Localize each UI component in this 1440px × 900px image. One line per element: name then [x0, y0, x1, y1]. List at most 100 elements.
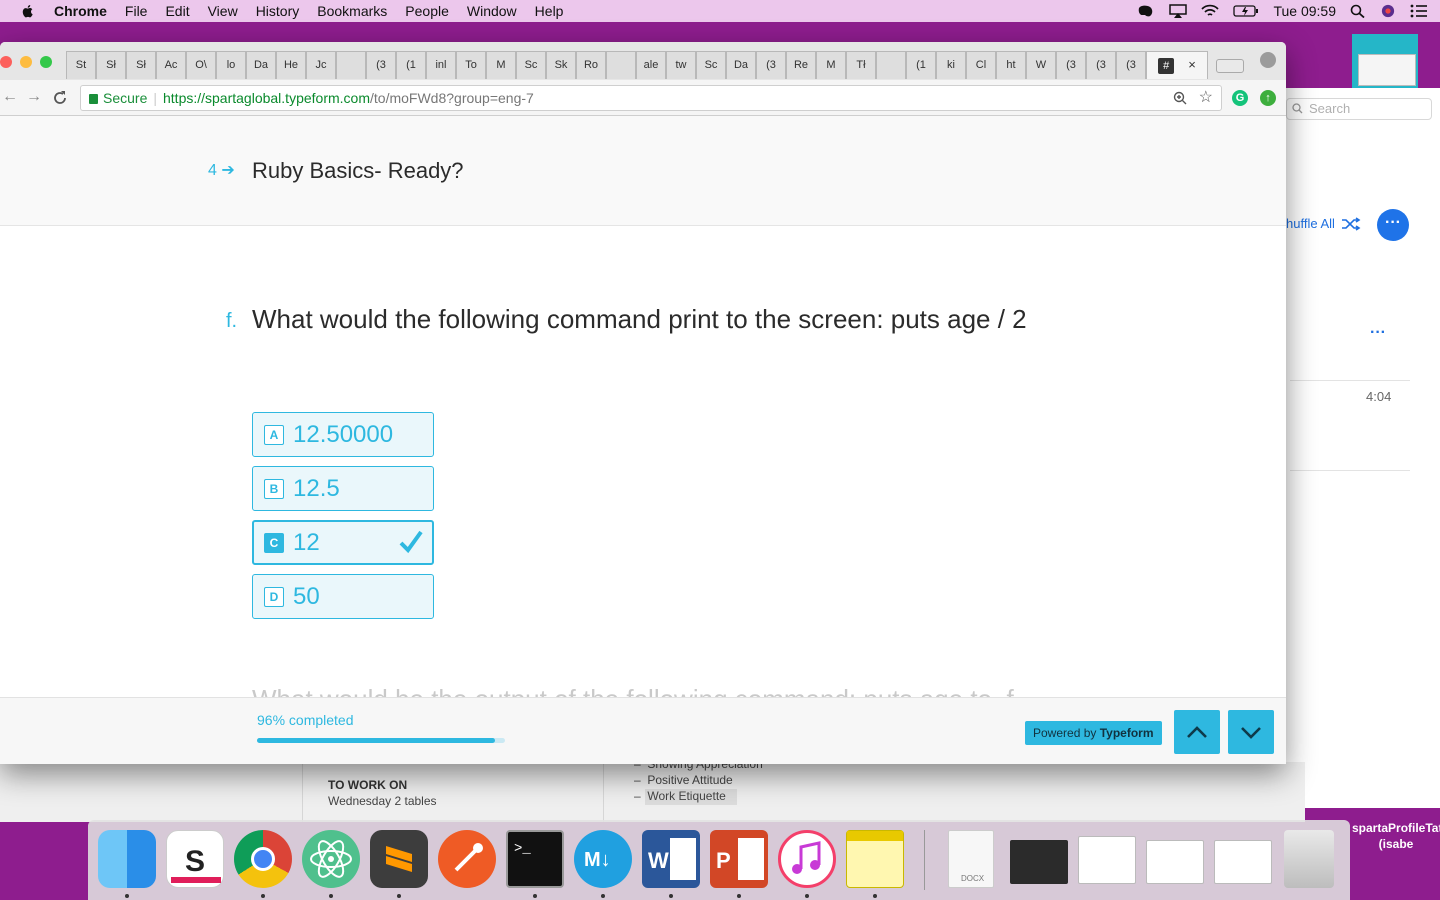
address-bar[interactable]: Secure | https://spartaglobal.typeform.com…	[80, 85, 1222, 111]
browser-tab[interactable]: Sł	[96, 51, 126, 79]
zoom-window-button[interactable]	[40, 56, 52, 68]
word-window-thumbnail[interactable]	[1078, 836, 1136, 884]
browser-tab[interactable]: (3	[756, 51, 786, 79]
browser-tab[interactable]: tw	[666, 51, 696, 79]
markdown-editor-icon[interactable]: M↓	[574, 830, 632, 888]
spotlight-search-icon[interactable]	[1350, 4, 1366, 18]
chrome-window-thumbnail[interactable]	[1146, 840, 1204, 884]
terminal-window-thumbnail[interactable]	[1010, 840, 1068, 884]
forward-icon[interactable]: →	[26, 88, 42, 106]
browser-tab[interactable]: Ro	[576, 51, 606, 79]
browser-tab[interactable]: To	[456, 51, 486, 79]
next-question-button[interactable]	[1228, 710, 1274, 754]
active-browser-tab[interactable]: # ×	[1146, 51, 1208, 79]
zoom-icon[interactable]	[1173, 91, 1187, 105]
more-options-button[interactable]: ···	[1377, 209, 1409, 241]
browser-tab[interactable]: ki	[936, 51, 966, 79]
browser-tab[interactable]: lo	[216, 51, 246, 79]
wifi-icon[interactable]	[1201, 4, 1220, 18]
browser-tab[interactable]	[876, 51, 906, 79]
powerpoint-window-thumbnail[interactable]	[1214, 840, 1272, 884]
shuffle-all-button[interactable]: huffle All	[1286, 216, 1361, 231]
more-options-icon[interactable]: ···	[1370, 324, 1386, 342]
siri-icon[interactable]	[1380, 4, 1396, 18]
desktop-file-label[interactable]: spartaProfileTate (isabe	[1352, 820, 1440, 852]
browser-tab[interactable]: Da	[726, 51, 756, 79]
browser-tab[interactable]: Re	[786, 51, 816, 79]
bookmark-star-icon[interactable]: ☆	[1199, 86, 1213, 110]
trash-icon[interactable]	[1284, 830, 1334, 888]
choice-b[interactable]: B 12.5	[252, 466, 434, 511]
close-tab-icon[interactable]: ×	[1188, 57, 1196, 72]
previous-question-header[interactable]: 4 ➔ Ruby Basics- Ready?	[0, 116, 1286, 226]
new-tab-button[interactable]	[1216, 59, 1244, 73]
browser-tab[interactable]: (3	[1116, 51, 1146, 79]
clock[interactable]: Tue 09:59	[1273, 3, 1336, 19]
docx-file-icon[interactable]: DOCX	[948, 830, 994, 888]
atom-icon[interactable]	[302, 830, 360, 888]
desktop-screenshot-thumbnail[interactable]	[1352, 34, 1418, 90]
microsoft-powerpoint-icon[interactable]: P	[710, 830, 768, 888]
browser-tab[interactable]: ht	[996, 51, 1026, 79]
browser-tab[interactable]: Sk	[546, 51, 576, 79]
apple-icon[interactable]	[20, 3, 36, 19]
airplay-icon[interactable]	[1169, 4, 1188, 18]
choice-a[interactable]: A 12.50000	[252, 412, 434, 457]
browser-tab[interactable]: (1	[396, 51, 426, 79]
close-window-button[interactable]	[0, 56, 12, 68]
browser-tab[interactable]: He	[276, 51, 306, 79]
postman-icon[interactable]	[438, 830, 496, 888]
menu-help[interactable]: Help	[535, 3, 564, 19]
reload-icon[interactable]	[52, 90, 68, 106]
upload-extension-icon[interactable]: ↑	[1260, 90, 1276, 106]
menu-file[interactable]: File	[125, 3, 148, 19]
browser-tab[interactable]: Sc	[516, 51, 546, 79]
grammarly-extension-icon[interactable]: G	[1232, 90, 1248, 106]
browser-tab[interactable]: (3	[366, 51, 396, 79]
microsoft-word-icon[interactable]: W	[642, 830, 700, 888]
browser-tab[interactable]: Sł	[126, 51, 156, 79]
back-icon[interactable]: ←	[2, 88, 18, 106]
chrome-icon[interactable]	[234, 830, 292, 888]
menu-people[interactable]: People	[405, 3, 449, 19]
browser-tab[interactable]: W	[1026, 51, 1056, 79]
browser-tab[interactable]: (3	[1086, 51, 1116, 79]
choice-c[interactable]: C 12	[252, 520, 434, 565]
menu-app-name[interactable]: Chrome	[54, 3, 107, 19]
browser-tab[interactable]	[606, 51, 636, 79]
menu-history[interactable]: History	[256, 3, 300, 19]
browser-tab[interactable]: M	[486, 51, 516, 79]
background-search-field[interactable]: Search	[1286, 98, 1432, 120]
menu-window[interactable]: Window	[467, 3, 517, 19]
notification-center-icon[interactable]	[1410, 4, 1428, 18]
menu-bookmarks[interactable]: Bookmarks	[317, 3, 387, 19]
browser-tab[interactable]	[336, 51, 366, 79]
powered-by-typeform-badge[interactable]: Powered by Typeform	[1025, 721, 1162, 745]
minimize-window-button[interactable]	[20, 56, 32, 68]
browser-tab[interactable]: St	[66, 51, 96, 79]
notes-icon[interactable]	[846, 830, 904, 888]
menu-edit[interactable]: Edit	[165, 3, 189, 19]
browser-tab[interactable]: inl	[426, 51, 456, 79]
browser-tab[interactable]: M	[816, 51, 846, 79]
browser-tab[interactable]: Ac	[156, 51, 186, 79]
browser-tab[interactable]: Sc	[696, 51, 726, 79]
browser-tab[interactable]: O\	[186, 51, 216, 79]
browser-tab[interactable]: Da	[246, 51, 276, 79]
sublime-text-icon[interactable]	[370, 830, 428, 888]
browser-tab[interactable]: Cl	[966, 51, 996, 79]
slack-icon[interactable]: S	[166, 830, 224, 888]
browser-tab[interactable]: (3	[1056, 51, 1086, 79]
profile-icon[interactable]	[1260, 52, 1276, 68]
browser-tab[interactable]: (1	[906, 51, 936, 79]
browser-tab[interactable]: Tł	[846, 51, 876, 79]
finder-icon[interactable]	[98, 830, 156, 888]
browser-tab[interactable]: ale	[636, 51, 666, 79]
terminal-icon[interactable]: >_	[506, 830, 564, 888]
menu-view[interactable]: View	[208, 3, 238, 19]
itunes-icon[interactable]	[778, 830, 836, 888]
previous-question-button[interactable]	[1174, 710, 1220, 754]
battery-icon[interactable]	[1233, 4, 1259, 18]
browser-tab[interactable]: Jc	[306, 51, 336, 79]
choice-d[interactable]: D 50	[252, 574, 434, 619]
